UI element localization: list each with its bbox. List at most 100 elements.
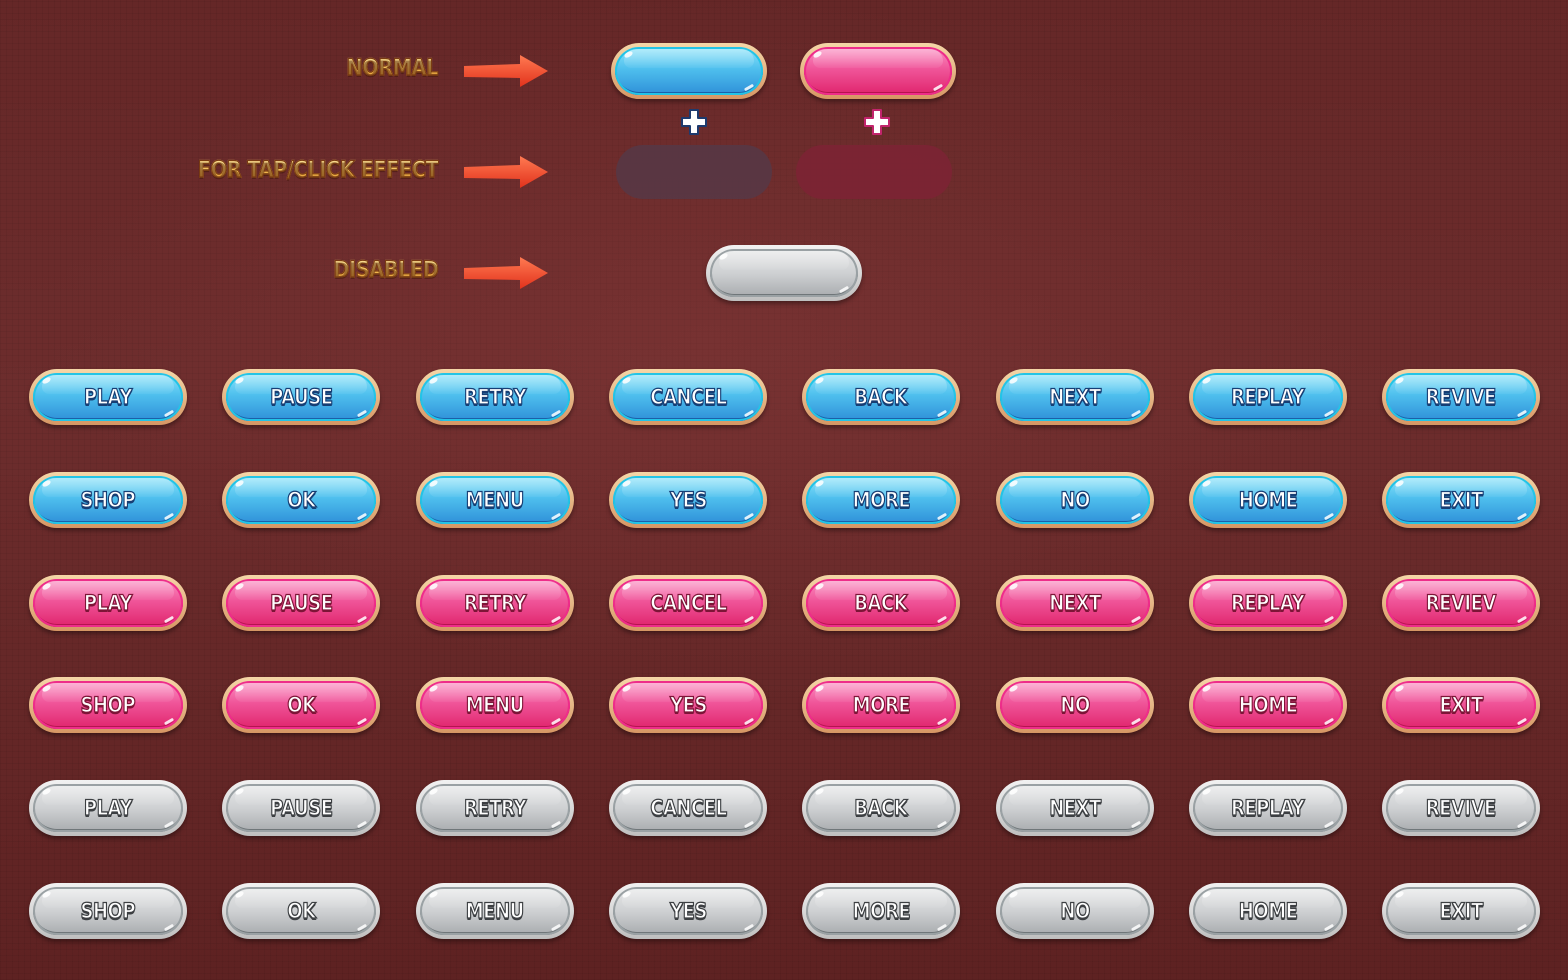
button-label: NEXT bbox=[1049, 795, 1102, 820]
button-face: EXIT bbox=[1386, 476, 1536, 524]
gloss-dash bbox=[1130, 512, 1142, 521]
no-button-gray: NO bbox=[996, 883, 1154, 939]
button-label: MORE bbox=[852, 898, 911, 923]
back-button-blue[interactable]: BACK bbox=[802, 369, 960, 425]
ok-button-blue[interactable]: OK bbox=[222, 472, 380, 528]
yes-button-pink[interactable]: YES bbox=[609, 677, 767, 733]
button-face: NEXT bbox=[1000, 784, 1150, 832]
gloss-dash bbox=[1130, 820, 1142, 829]
cancel-button-pink[interactable]: CANCEL bbox=[609, 575, 767, 631]
gloss-dash bbox=[743, 615, 755, 624]
sample-button-pink-normal[interactable] bbox=[800, 43, 956, 99]
button-label: NEXT bbox=[1049, 384, 1102, 409]
retry-button-gray: RETRY bbox=[416, 780, 574, 836]
ok-button-pink[interactable]: OK bbox=[222, 677, 380, 733]
shop-button-pink[interactable]: SHOP bbox=[29, 677, 187, 733]
menu-button-blue[interactable]: MENU bbox=[416, 472, 574, 528]
button-label: MENU bbox=[465, 487, 525, 512]
button-face: OK bbox=[226, 476, 376, 524]
gloss-highlight bbox=[812, 49, 944, 69]
button-face: OK bbox=[226, 681, 376, 729]
button-label: OK bbox=[286, 487, 316, 512]
button-label: EXIT bbox=[1439, 692, 1484, 717]
button-label: NO bbox=[1060, 692, 1091, 717]
gloss-dash bbox=[936, 923, 948, 932]
button-label: PLAY bbox=[83, 795, 133, 820]
button-face: EXIT bbox=[1386, 681, 1536, 729]
button-face: BACK bbox=[806, 784, 956, 832]
next-button-pink[interactable]: NEXT bbox=[996, 575, 1154, 631]
button-label: HOME bbox=[1238, 692, 1298, 717]
gloss-dash bbox=[550, 512, 562, 521]
button-face: NEXT bbox=[1000, 579, 1150, 627]
no-button-pink[interactable]: NO bbox=[996, 677, 1154, 733]
gloss-dash bbox=[163, 409, 175, 418]
more-button-pink[interactable]: MORE bbox=[802, 677, 960, 733]
gloss-dash bbox=[1516, 409, 1528, 418]
button-face: MENU bbox=[420, 681, 570, 729]
button-label: OK bbox=[286, 692, 316, 717]
shop-button-blue[interactable]: SHOP bbox=[29, 472, 187, 528]
button-face: YES bbox=[613, 681, 763, 729]
button-face: NO bbox=[1000, 681, 1150, 729]
revive-button-blue[interactable]: REVIVE bbox=[1382, 369, 1540, 425]
button-label: SHOP bbox=[80, 487, 136, 512]
button-label: REVIEV bbox=[1425, 590, 1497, 615]
gloss-dash bbox=[163, 512, 175, 521]
button-face: RETRY bbox=[420, 784, 570, 832]
button-label: REPLAY bbox=[1231, 590, 1306, 615]
gloss-dash bbox=[743, 83, 755, 92]
yes-button-blue[interactable]: YES bbox=[609, 472, 767, 528]
button-label: BACK bbox=[854, 384, 909, 409]
cancel-button-blue[interactable]: CANCEL bbox=[609, 369, 767, 425]
button-label: SHOP bbox=[80, 898, 136, 923]
home-button-blue[interactable]: HOME bbox=[1189, 472, 1347, 528]
button-label: PAUSE bbox=[269, 795, 333, 820]
play-button-pink[interactable]: PLAY bbox=[29, 575, 187, 631]
retry-button-blue[interactable]: RETRY bbox=[416, 369, 574, 425]
gloss-dash bbox=[356, 820, 368, 829]
button-label: MENU bbox=[465, 692, 525, 717]
button-face: REPLAY bbox=[1193, 784, 1343, 832]
button-label: MORE bbox=[852, 487, 911, 512]
gloss-dash bbox=[550, 717, 562, 726]
pause-button-pink[interactable]: PAUSE bbox=[222, 575, 380, 631]
play-button-blue[interactable]: PLAY bbox=[29, 369, 187, 425]
more-button-blue[interactable]: MORE bbox=[802, 472, 960, 528]
sample-button-blue-normal[interactable] bbox=[611, 43, 767, 99]
gloss-dash bbox=[743, 923, 755, 932]
exit-button-blue[interactable]: EXIT bbox=[1382, 472, 1540, 528]
reviev-button-pink[interactable]: REVIEV bbox=[1382, 575, 1540, 631]
menu-button-gray: MENU bbox=[416, 883, 574, 939]
button-face: CANCEL bbox=[613, 373, 763, 421]
gloss-dash bbox=[1516, 615, 1528, 624]
button-label: PLAY bbox=[83, 590, 133, 615]
gloss-dash bbox=[1323, 512, 1335, 521]
button-label: PAUSE bbox=[269, 384, 333, 409]
button-label: REPLAY bbox=[1231, 795, 1306, 820]
next-button-blue[interactable]: NEXT bbox=[996, 369, 1154, 425]
gloss-dash bbox=[163, 820, 175, 829]
back-button-pink[interactable]: BACK bbox=[802, 575, 960, 631]
retry-button-pink[interactable]: RETRY bbox=[416, 575, 574, 631]
tap-overlay-blue bbox=[616, 145, 772, 199]
button-face: REPLAY bbox=[1193, 373, 1343, 421]
gloss-dash bbox=[743, 512, 755, 521]
button-label: NO bbox=[1060, 487, 1091, 512]
button-face: YES bbox=[613, 887, 763, 935]
button-face: REPLAY bbox=[1193, 579, 1343, 627]
button-face: PLAY bbox=[33, 579, 183, 627]
pause-button-blue[interactable]: PAUSE bbox=[222, 369, 380, 425]
home-button-pink[interactable]: HOME bbox=[1189, 677, 1347, 733]
button-face: REVIVE bbox=[1386, 373, 1536, 421]
replay-button-pink[interactable]: REPLAY bbox=[1189, 575, 1347, 631]
right-arrow-icon bbox=[464, 156, 548, 188]
button-face: PAUSE bbox=[226, 784, 376, 832]
menu-button-pink[interactable]: MENU bbox=[416, 677, 574, 733]
gloss-dash bbox=[743, 717, 755, 726]
replay-button-blue[interactable]: REPLAY bbox=[1189, 369, 1347, 425]
gloss-dash bbox=[743, 409, 755, 418]
exit-button-pink[interactable]: EXIT bbox=[1382, 677, 1540, 733]
button-label: CANCEL bbox=[649, 590, 727, 615]
no-button-blue[interactable]: NO bbox=[996, 472, 1154, 528]
